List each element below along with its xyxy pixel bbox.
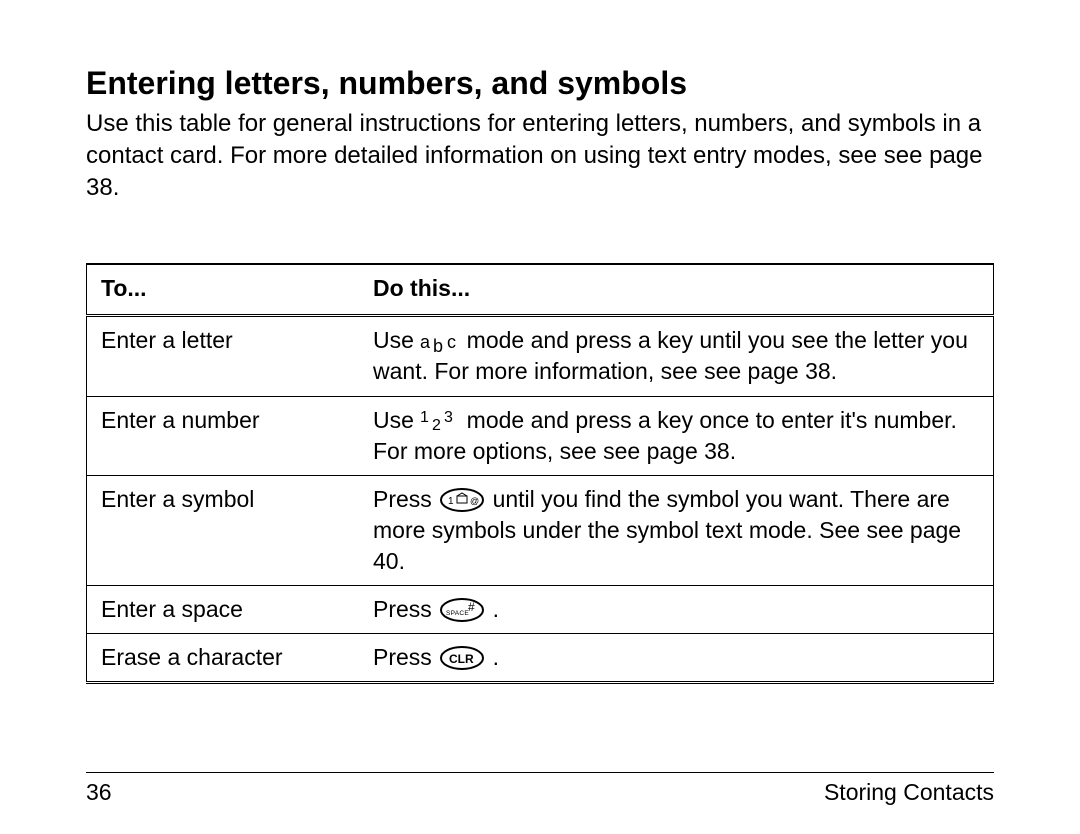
table-row: Enter a space Press SPACE# . <box>87 585 994 633</box>
key-space-icon: SPACE# <box>440 597 484 623</box>
do-text-pre: Press <box>373 486 438 512</box>
table-header-do: Do this... <box>359 264 994 316</box>
abc-mode-icon: abc <box>420 329 460 355</box>
section-name: Storing Contacts <box>824 779 994 806</box>
do-text-post: . <box>486 596 499 622</box>
to-cell: Enter a symbol <box>87 475 360 585</box>
to-cell: Enter a letter <box>87 316 360 396</box>
do-cell: Press 1@ until you find the symbol you w… <box>359 475 994 585</box>
123-mode-icon: 123 <box>420 408 460 434</box>
do-cell: Press CLR . <box>359 633 994 682</box>
page-footer: 36 Storing Contacts <box>86 772 994 806</box>
intro-paragraph: Use this table for general instructions … <box>86 108 994 203</box>
svg-text:SPACE: SPACE <box>446 610 469 617</box>
instructions-table: To... Do this... Enter a letter Use abc … <box>86 263 994 683</box>
do-text-pre: Use <box>373 327 420 353</box>
do-text-post: mode and press a key once to enter it's … <box>373 407 957 464</box>
do-text-pre: Use <box>373 407 420 433</box>
svg-text:CLR: CLR <box>449 652 474 666</box>
table-row: Erase a character Press CLR . <box>87 633 994 682</box>
svg-text:b: b <box>433 336 443 355</box>
do-text-pre: Press <box>373 596 438 622</box>
table-row: Enter a letter Use abc mode and press a … <box>87 316 994 396</box>
svg-text:@: @ <box>470 496 479 506</box>
do-text-pre: Press <box>373 644 438 670</box>
key-clr-icon: CLR <box>440 645 484 671</box>
page-heading: Entering letters, numbers, and symbols <box>86 64 994 102</box>
page: Entering letters, numbers, and symbols U… <box>0 0 1080 834</box>
svg-text:1: 1 <box>448 496 454 507</box>
table-header-to: To... <box>87 264 360 316</box>
svg-text:c: c <box>447 332 456 352</box>
svg-text:#: # <box>468 600 475 614</box>
key-1-icon: 1@ <box>440 487 484 513</box>
table-row: Enter a number Use 123 mode and press a … <box>87 396 994 475</box>
svg-text:3: 3 <box>444 409 453 426</box>
do-text-post: . <box>486 644 499 670</box>
table-row: Enter a symbol Press 1@ until you find t… <box>87 475 994 585</box>
do-cell: Press SPACE# . <box>359 585 994 633</box>
to-cell: Enter a space <box>87 585 360 633</box>
do-cell: Use 123 mode and press a key once to ent… <box>359 396 994 475</box>
to-cell: Enter a number <box>87 396 360 475</box>
svg-text:1: 1 <box>420 409 429 426</box>
svg-text:2: 2 <box>432 417 441 434</box>
to-cell: Erase a character <box>87 633 360 682</box>
svg-text:a: a <box>420 332 431 352</box>
page-number: 36 <box>86 779 112 806</box>
do-cell: Use abc mode and press a key until you s… <box>359 316 994 396</box>
do-text-post: mode and press a key until you see the l… <box>373 327 968 384</box>
